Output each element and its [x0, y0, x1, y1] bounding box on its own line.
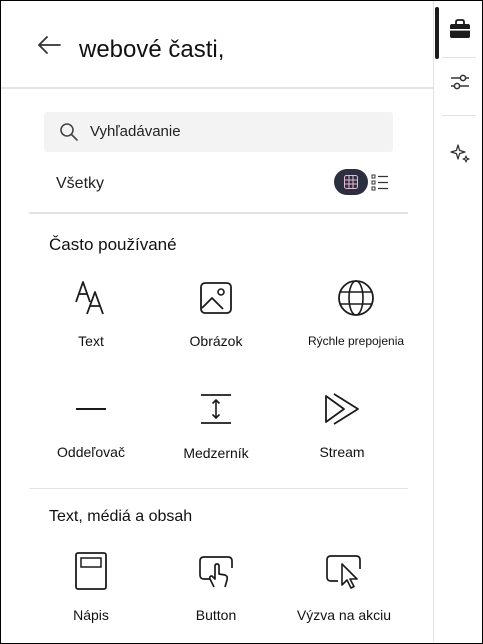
spacer-icon — [196, 389, 236, 429]
section-divider — [29, 212, 408, 214]
panel-title: webové časti, — [79, 36, 225, 63]
right-rail — [433, 1, 482, 643]
search-placeholder: Vyhľadávanie — [90, 123, 181, 140]
section-title-text-media: Text, médiá a obsah — [49, 508, 193, 525]
settings-sliders-icon — [451, 74, 469, 90]
grid-view-toggle[interactable] — [334, 169, 368, 195]
webpart-call-to-action[interactable]: Výzva na akciu — [280, 551, 408, 643]
divider-icon — [71, 389, 111, 429]
toolbox-icon — [450, 19, 470, 38]
webpart-label: Medzerník — [183, 445, 249, 461]
webpart-text[interactable]: Text — [27, 278, 155, 378]
webpart-label: Oddeľovač — [57, 444, 125, 460]
globe-icon — [336, 278, 376, 318]
grid-icon — [344, 175, 358, 189]
webpart-quick-links[interactable]: Rýchle prepojenia — [292, 278, 420, 378]
app-frame: webové časti, Vyhľadávanie Všetky Často … — [0, 0, 483, 644]
section-title-frequent: Často používané — [49, 235, 177, 254]
section-divider — [29, 488, 408, 489]
webparts-panel: webové časti, Vyhľadávanie Všetky Často … — [1, 1, 433, 643]
webpart-label: Stream — [319, 444, 365, 460]
webpart-label: Button — [195, 607, 237, 623]
webpart-spacer[interactable]: Medzerník — [152, 389, 280, 489]
rail-divider — [442, 115, 476, 116]
webpart-banner[interactable]: Nápis — [27, 551, 155, 643]
button-icon — [196, 551, 236, 591]
webpart-label: Text — [78, 333, 104, 349]
list-icon — [371, 174, 388, 191]
active-indicator — [435, 7, 439, 59]
stream-icon — [322, 389, 362, 429]
rail-toolbox-button[interactable] — [447, 16, 473, 42]
webpart-label: Nápis — [73, 607, 109, 623]
banner-icon — [71, 551, 111, 591]
panel-header: webové časti, — [1, 1, 433, 89]
webpart-image[interactable]: Obrázok — [152, 278, 280, 378]
webpart-label: Výzva na akciu — [296, 607, 392, 623]
text-icon — [71, 278, 111, 318]
list-view-toggle[interactable] — [371, 173, 389, 191]
webpart-stream[interactable]: Stream — [278, 389, 406, 489]
image-icon — [196, 278, 236, 318]
arrow-left-icon — [38, 36, 61, 54]
rail-divider — [442, 57, 476, 58]
webpart-divider[interactable]: Oddeľovač — [27, 389, 155, 489]
rail-settings-button[interactable] — [447, 69, 473, 95]
sparkle-icon — [450, 144, 470, 163]
webpart-label: Rýchle prepojenia — [307, 334, 405, 348]
filter-label[interactable]: Všetky — [56, 175, 104, 193]
search-input[interactable]: Vyhľadávanie — [44, 112, 393, 152]
search-icon — [59, 122, 79, 147]
webpart-button[interactable]: Button — [152, 551, 280, 643]
back-button[interactable] — [35, 31, 63, 59]
webpart-label: Obrázok — [189, 333, 243, 349]
rail-copilot-button[interactable] — [447, 141, 473, 167]
call-to-action-icon — [324, 551, 364, 591]
